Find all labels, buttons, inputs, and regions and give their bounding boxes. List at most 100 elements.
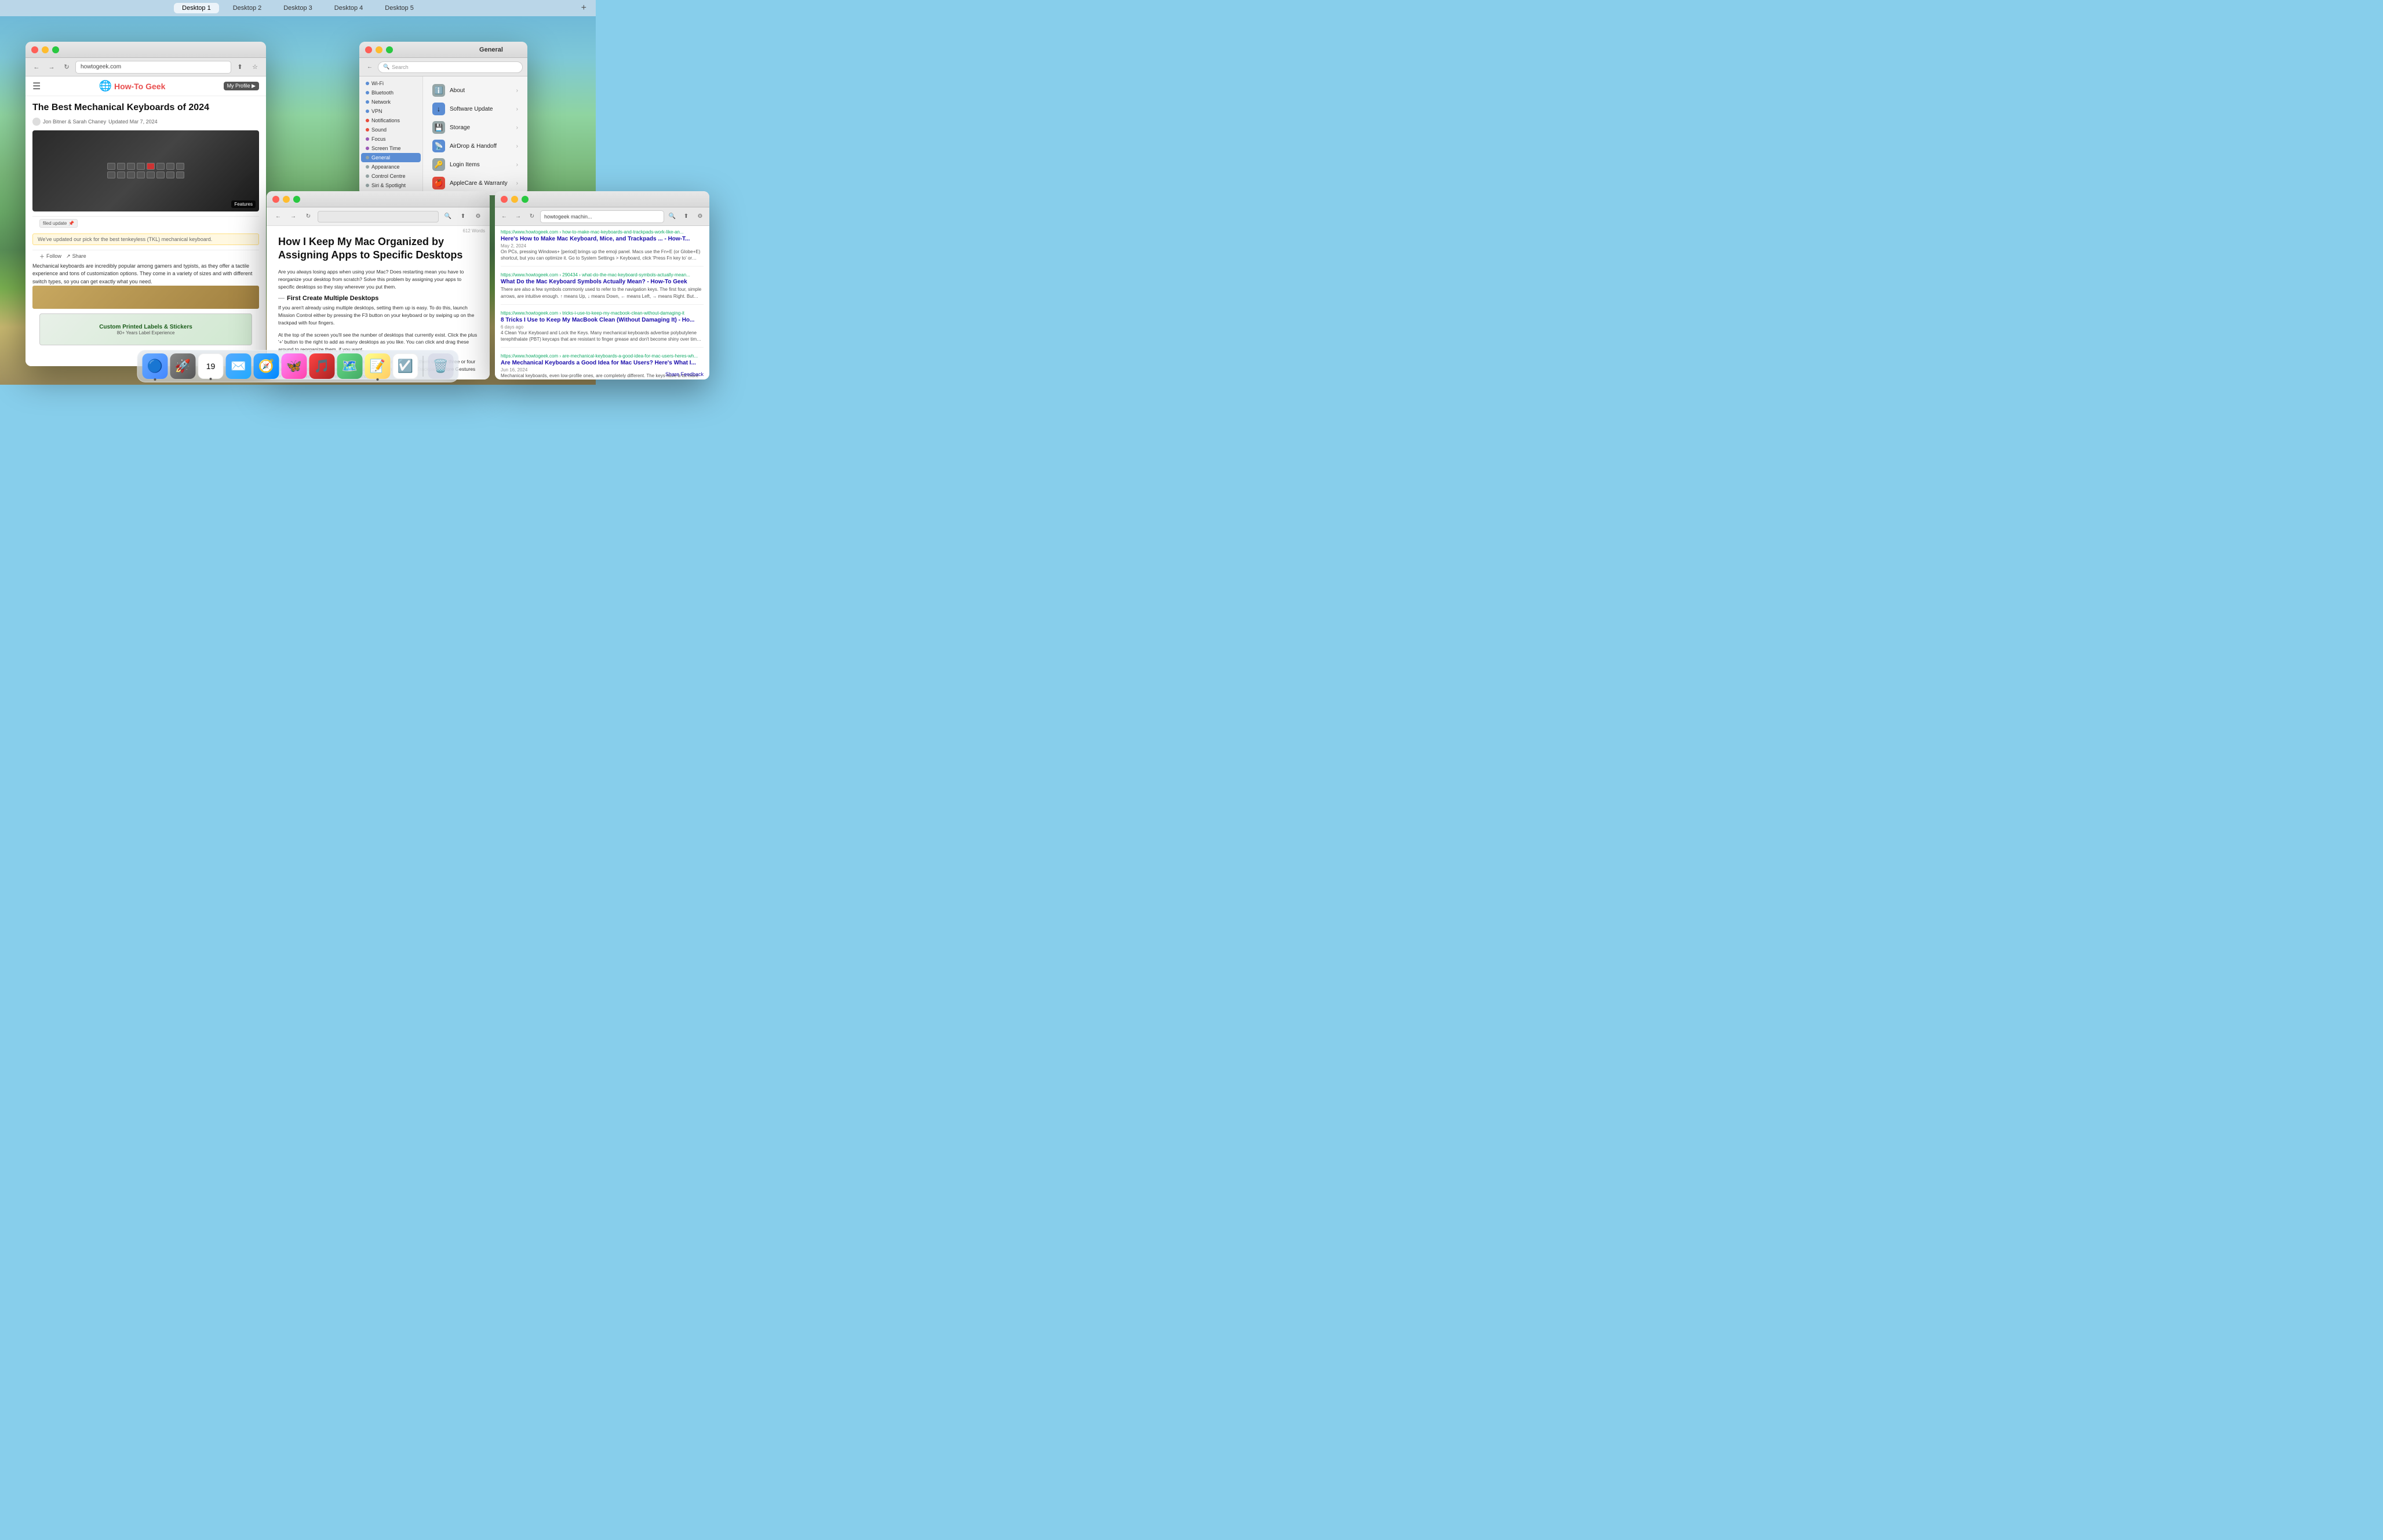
dock-finder[interactable]: 🔵: [143, 353, 168, 379]
desktop-tab-2[interactable]: Desktop 2: [225, 3, 270, 13]
sidebar-item-control-centre[interactable]: Control Centre: [361, 171, 421, 181]
system-preferences-window: General ← 🔍 Search Wi-Fi Bluetooth Netwo…: [359, 42, 527, 195]
search-icon[interactable]: 🔍: [442, 211, 454, 222]
finder-dot: [154, 378, 156, 381]
sidebar-item-general[interactable]: General: [361, 153, 421, 162]
chevron-right-icon: ›: [516, 143, 518, 149]
forward-icon[interactable]: →: [512, 211, 524, 222]
dock-music[interactable]: 🎵: [309, 353, 335, 379]
search-close-button[interactable]: [501, 196, 508, 203]
syspref-software-update-row[interactable]: ↓ Software Update ›: [428, 100, 523, 118]
article-minimize-button[interactable]: [283, 196, 290, 203]
back-button[interactable]: ←: [30, 61, 43, 74]
syspref-applecare-row[interactable]: 🍎 AppleCare & Warranty ›: [428, 174, 523, 192]
ad-title: Custom Printed Labels & Stickers: [99, 324, 192, 330]
sidebar-item-focus[interactable]: Focus: [361, 134, 421, 144]
hero-image: Features: [32, 130, 259, 211]
share-icon[interactable]: ⬆: [680, 211, 692, 222]
features-badge: Features: [231, 200, 256, 208]
desktop-tab-5[interactable]: Desktop 5: [377, 3, 422, 13]
syspref-sidebar: Wi-Fi Bluetooth Network VPN Notification…: [359, 76, 423, 195]
kbd-key: [156, 163, 165, 170]
dock-maps[interactable]: 🗺️: [337, 353, 363, 379]
desktop-tab-4[interactable]: Desktop 4: [326, 3, 371, 13]
url-bar[interactable]: howtogeek.com: [75, 61, 231, 74]
sidebar-item-network[interactable]: Network: [361, 97, 421, 107]
bookmark-icon[interactable]: ☆: [249, 61, 261, 74]
syspref-minimize-button[interactable]: [376, 46, 382, 53]
profile-button[interactable]: My Profile ▶: [224, 82, 259, 90]
refresh-button[interactable]: ↻: [60, 61, 73, 74]
syspref-content: Wi-Fi Bluetooth Network VPN Notification…: [359, 76, 527, 195]
dock-photos[interactable]: 🦋: [282, 353, 307, 379]
share-icon[interactable]: ⬆: [234, 61, 246, 74]
share-button[interactable]: ↗ Share: [66, 253, 86, 260]
dock-mail[interactable]: ✉️: [226, 353, 252, 379]
article-author: Jon Bitner & Sarah Chaney Updated Mar 7,…: [32, 118, 259, 126]
result-title-1[interactable]: Here's How to Make Mac Keyboard, Mice, a…: [501, 236, 704, 242]
maximize-button[interactable]: [52, 46, 59, 53]
minimize-button[interactable]: [42, 46, 49, 53]
sidebar-item-vpn[interactable]: VPN: [361, 107, 421, 116]
desktop-tab-1[interactable]: Desktop 1: [174, 3, 219, 13]
share-icon[interactable]: ⬆: [457, 211, 469, 222]
result-title-2[interactable]: What Do the Mac Keyboard Symbols Actuall…: [501, 279, 704, 285]
dock-safari[interactable]: 🧭: [254, 353, 279, 379]
sidebar-item-sound[interactable]: Sound: [361, 125, 421, 134]
back-icon[interactable]: ←: [364, 61, 376, 74]
add-desktop-button[interactable]: +: [581, 3, 586, 13]
close-button[interactable]: [31, 46, 38, 53]
sidebar-item-notifications[interactable]: Notifications: [361, 116, 421, 125]
refresh-icon[interactable]: ↻: [526, 211, 538, 222]
dock-separator: [423, 356, 424, 377]
syspref-storage-row[interactable]: 💾 Storage ›: [428, 118, 523, 137]
search-input[interactable]: 🔍 Search: [378, 61, 523, 73]
small-product-image: [32, 286, 259, 309]
article-maximize-button[interactable]: [293, 196, 300, 203]
syspref-about-row[interactable]: ℹ️ About ›: [428, 81, 523, 100]
back-icon[interactable]: ←: [498, 211, 510, 222]
sidebar-item-appearance[interactable]: Appearance: [361, 162, 421, 171]
share-feedback-link[interactable]: Share Feedback: [665, 371, 704, 377]
search-maximize-button[interactable]: [522, 196, 529, 203]
follow-icon: ＋: [39, 253, 45, 260]
syspref-maximize-button[interactable]: [386, 46, 393, 53]
kbd-key: [147, 171, 155, 178]
desktop-tab-3[interactable]: Desktop 3: [275, 3, 320, 13]
dock-notes[interactable]: 📝: [365, 353, 391, 379]
sidebar-item-wifi[interactable]: Wi-Fi: [361, 79, 421, 88]
back-icon[interactable]: ←: [272, 211, 284, 222]
settings-icon[interactable]: ⚙: [472, 211, 484, 222]
search-icon[interactable]: 🔍: [666, 211, 678, 222]
article-close-button[interactable]: [272, 196, 279, 203]
dock-calendar[interactable]: 19: [198, 353, 224, 379]
sidebar-item-screen-time[interactable]: Screen Time: [361, 144, 421, 153]
wifi-icon: [366, 82, 369, 85]
sidebar-item-bluetooth[interactable]: Bluetooth: [361, 88, 421, 97]
article-url-bar[interactable]: [318, 211, 439, 222]
result-title-3[interactable]: 8 Tricks I Use to Keep My MacBook Clean …: [501, 317, 704, 323]
dock-reminders[interactable]: ☑️: [393, 353, 418, 379]
dock-launchpad[interactable]: 🚀: [170, 353, 196, 379]
follow-button[interactable]: ＋ Follow: [39, 253, 61, 260]
article-h2-first: First Create Multiple Desktops: [278, 295, 478, 302]
sidebar-item-label: Siri & Spotlight: [371, 183, 406, 188]
search-url-bar[interactable]: howtogeek machin...: [540, 210, 664, 223]
settings-icon[interactable]: ⚙: [694, 211, 706, 222]
updated-badge[interactable]: filed update 📌: [39, 219, 78, 228]
forward-icon[interactable]: →: [287, 211, 299, 222]
control-centre-icon: [366, 174, 369, 178]
dock-trash[interactable]: 🗑️: [428, 353, 454, 379]
ad-banner[interactable]: Custom Printed Labels & Stickers 80+ Yea…: [39, 313, 252, 345]
syspref-airdrop-row[interactable]: 📡 AirDrop & Handoff ›: [428, 137, 523, 155]
syspref-login-items-row[interactable]: 🔑 Login Items ›: [428, 155, 523, 174]
bluetooth-icon: [366, 91, 369, 94]
syspref-close-button[interactable]: [365, 46, 372, 53]
htg-article: The Best Mechanical Keyboards of 2024 Jo…: [25, 96, 266, 356]
search-minimize-button[interactable]: [511, 196, 518, 203]
forward-button[interactable]: →: [45, 61, 58, 74]
sidebar-item-siri-spotlight[interactable]: Siri & Spotlight: [361, 181, 421, 190]
hamburger-icon[interactable]: ☰: [32, 81, 41, 92]
result-title-4[interactable]: Are Mechanical Keyboards a Good Idea for…: [501, 360, 704, 366]
refresh-icon[interactable]: ↻: [303, 211, 314, 222]
